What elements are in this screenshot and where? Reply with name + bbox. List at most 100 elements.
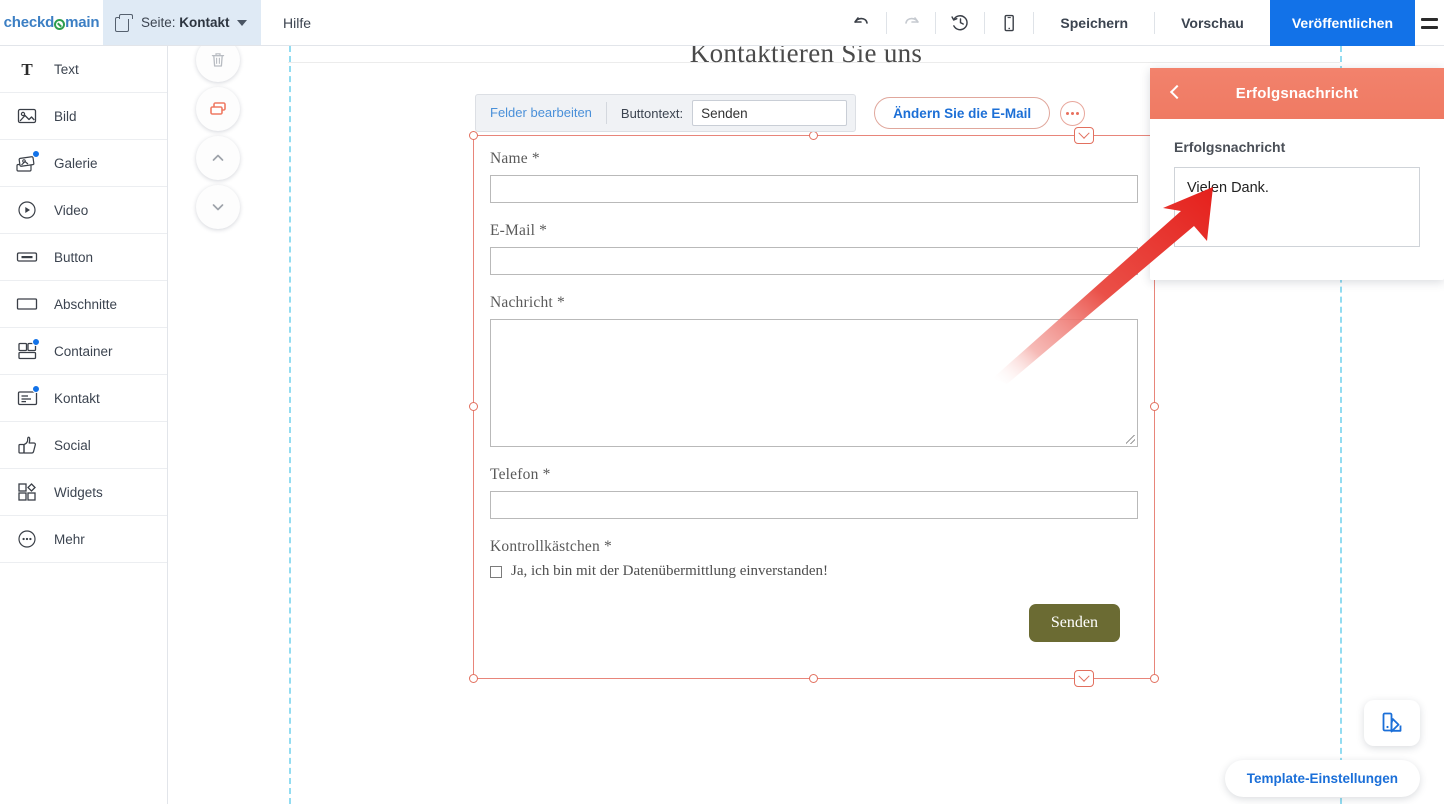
mobile-preview-button[interactable] bbox=[985, 0, 1033, 46]
phone-input[interactable] bbox=[490, 491, 1138, 519]
hamburger-menu-icon bbox=[1421, 26, 1438, 29]
sidebar-item-abschnitte[interactable]: Abschnitte bbox=[0, 281, 167, 328]
delete-element-button[interactable] bbox=[196, 46, 240, 82]
sidebar-item-kontakt[interactable]: Kontakt bbox=[0, 375, 167, 422]
sidebar-item-label: Kontakt bbox=[54, 391, 100, 406]
sidebar-item-text[interactable]: T Text bbox=[0, 46, 167, 93]
sidebar-item-label: Text bbox=[54, 62, 79, 77]
toolbar-spacer bbox=[333, 0, 838, 45]
template-settings-button[interactable]: Template-Einstellungen bbox=[1225, 760, 1420, 797]
form-field-consent: Kontrollkästchen * Ja, ich bin mit der D… bbox=[490, 538, 1138, 580]
duplicate-icon bbox=[208, 100, 228, 118]
publish-button[interactable]: Veröffentlichen bbox=[1270, 0, 1415, 46]
page-selector-prefix: Seite: bbox=[141, 15, 176, 30]
theme-designer-button[interactable] bbox=[1364, 700, 1420, 746]
email-input[interactable] bbox=[490, 247, 1138, 275]
sidebar-item-label: Bild bbox=[54, 109, 77, 124]
save-button[interactable]: Speichern bbox=[1034, 0, 1154, 46]
chevron-down-icon[interactable] bbox=[237, 20, 247, 26]
help-button[interactable]: Hilfe bbox=[261, 0, 333, 45]
change-email-button[interactable]: Ändern Sie die E-Mail bbox=[874, 97, 1050, 129]
more-dots-icon bbox=[14, 526, 40, 552]
edit-fields-button[interactable]: Felder bearbeiten bbox=[476, 95, 606, 131]
form-edit-toolbar: Felder bearbeiten Buttontext: Ändern Sie… bbox=[475, 94, 1085, 132]
panel-title: Erfolgsnachricht bbox=[1150, 85, 1444, 102]
insert-below-button[interactable] bbox=[1074, 670, 1094, 687]
history-clock-icon bbox=[950, 12, 971, 33]
sidebar-item-bild[interactable]: Bild bbox=[0, 93, 167, 140]
editor-window: checkdmain Seite: Kontakt Hilfe bbox=[0, 0, 1444, 804]
redo-button[interactable] bbox=[887, 0, 935, 46]
page-selector[interactable]: Seite: Kontakt bbox=[103, 0, 261, 45]
undo-button[interactable] bbox=[838, 0, 886, 46]
buttontext-input[interactable] bbox=[692, 100, 847, 126]
sidebar-item-label: Button bbox=[54, 250, 93, 265]
hamburger-menu-icon bbox=[1421, 18, 1438, 21]
form-more-options-button[interactable] bbox=[1060, 101, 1085, 126]
field-label: Name * bbox=[490, 150, 1138, 168]
success-message-field-label: Erfolgsnachricht bbox=[1174, 139, 1420, 155]
sidebar-item-video[interactable]: Video bbox=[0, 187, 167, 234]
field-label: Telefon * bbox=[490, 466, 1138, 484]
panel-body: Erfolgsnachricht bbox=[1150, 119, 1444, 280]
sidebar-item-label: Galerie bbox=[54, 156, 98, 171]
move-down-button[interactable] bbox=[196, 185, 240, 229]
sidebar-item-mehr[interactable]: Mehr bbox=[0, 516, 167, 563]
buttontext-label: Buttontext: bbox=[607, 106, 692, 121]
button-icon bbox=[14, 244, 40, 270]
sidebar-item-label: Widgets bbox=[54, 485, 103, 500]
field-label: Kontrollkästchen * bbox=[490, 538, 1138, 556]
resize-handle-bottom-center[interactable] bbox=[809, 674, 818, 683]
resize-handle-middle-left[interactable] bbox=[469, 402, 478, 411]
consent-checkbox-label: Ja, ich bin mit der Datenübermittlung ei… bbox=[511, 563, 828, 580]
field-label: E-Mail * bbox=[490, 222, 1138, 240]
name-input[interactable] bbox=[490, 175, 1138, 203]
page-selector-name: Kontakt bbox=[179, 15, 229, 30]
consent-checkbox-row[interactable]: Ja, ich bin mit der Datenübermittlung ei… bbox=[490, 563, 1138, 580]
checkdomain-logo[interactable]: checkdmain bbox=[0, 0, 103, 45]
resize-handle-bottom-left[interactable] bbox=[469, 674, 478, 683]
sidebar-item-container[interactable]: Container bbox=[0, 328, 167, 375]
alignment-guide-left bbox=[289, 46, 291, 804]
sections-icon bbox=[14, 291, 40, 317]
widgets-icon bbox=[14, 479, 40, 505]
success-message-textarea[interactable] bbox=[1174, 167, 1420, 247]
sidebar-item-label: Container bbox=[54, 344, 113, 359]
sidebar-item-galerie[interactable]: Galerie bbox=[0, 140, 167, 187]
sidebar-item-widgets[interactable]: Widgets bbox=[0, 469, 167, 516]
top-toolbar: checkdmain Seite: Kontakt Hilfe bbox=[0, 0, 1444, 46]
history-button[interactable] bbox=[936, 0, 984, 46]
success-message-panel: Erfolgsnachricht Erfolgsnachricht bbox=[1150, 68, 1444, 280]
undo-icon bbox=[852, 13, 872, 33]
new-badge-dot bbox=[32, 338, 40, 346]
sidebar-item-social[interactable]: Social bbox=[0, 422, 167, 469]
more-dots-icon bbox=[1066, 112, 1069, 115]
form-field-name: Name * bbox=[490, 150, 1138, 203]
element-tool-rail bbox=[196, 46, 252, 234]
resize-handle-top-center[interactable] bbox=[809, 131, 818, 140]
resize-handle-top-left[interactable] bbox=[469, 131, 478, 140]
move-up-button[interactable] bbox=[196, 136, 240, 180]
submit-button[interactable]: Senden bbox=[1029, 604, 1120, 642]
duplicate-element-button[interactable] bbox=[196, 87, 240, 131]
color-palette-icon bbox=[1379, 710, 1405, 736]
message-textarea[interactable] bbox=[490, 319, 1138, 447]
resize-handle-bottom-right[interactable] bbox=[1150, 674, 1159, 683]
consent-checkbox[interactable] bbox=[490, 566, 502, 578]
new-badge-dot bbox=[32, 150, 40, 158]
image-icon bbox=[14, 103, 40, 129]
chevron-down-icon bbox=[209, 198, 227, 216]
pages-icon bbox=[115, 14, 133, 32]
sidebar-item-label: Social bbox=[54, 438, 91, 453]
svg-text:T: T bbox=[21, 60, 33, 79]
sidebar-item-label: Mehr bbox=[54, 532, 85, 547]
form-field-phone: Telefon * bbox=[490, 466, 1138, 519]
main-menu-button[interactable] bbox=[1415, 0, 1444, 46]
resize-handle-middle-right[interactable] bbox=[1150, 402, 1159, 411]
sidebar-item-label: Abschnitte bbox=[54, 297, 117, 312]
preview-button[interactable]: Vorschau bbox=[1155, 0, 1270, 46]
chevron-up-icon bbox=[209, 149, 227, 167]
panel-header: Erfolgsnachricht bbox=[1150, 68, 1444, 119]
submit-row: Senden bbox=[490, 604, 1138, 642]
sidebar-item-button[interactable]: Button bbox=[0, 234, 167, 281]
